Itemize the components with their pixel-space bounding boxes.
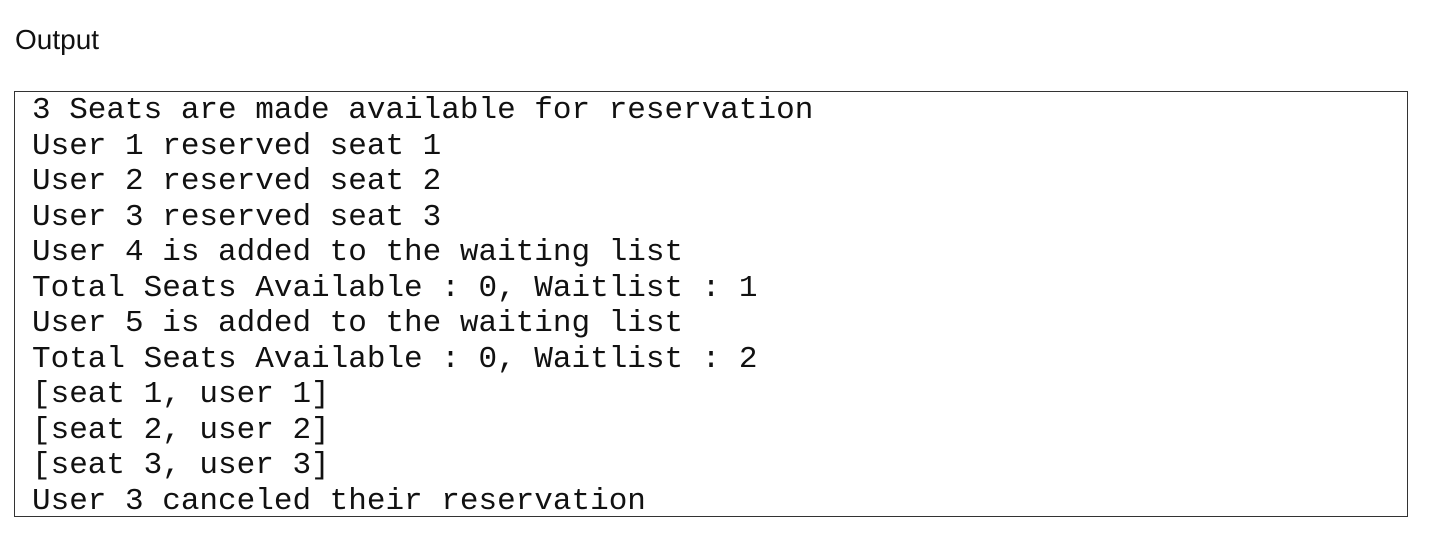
output-line: User 4 is added to the waiting list	[32, 235, 684, 270]
output-line: 3 Seats are made available for reservati…	[32, 93, 814, 128]
output-heading: Output	[15, 24, 100, 55]
output-console: 3 Seats are made available for reservati…	[14, 91, 1408, 519]
output-line: User 3 reserved seat 3	[32, 199, 442, 235]
output-line: User 2 reserved seat 2	[32, 164, 442, 199]
output-line: Total Seats Available : 0, Waitlist : 1	[32, 270, 758, 306]
output-line: User 5 is added to the waiting list	[32, 306, 684, 341]
output-line: [seat 1, user 1]	[32, 377, 330, 412]
output-line: [seat 2, user 2]	[32, 412, 330, 448]
output-line: [seat 3, user 3]	[32, 448, 330, 483]
output-line: Total Seats Available : 0, Waitlist : 2	[32, 341, 758, 377]
output-line: User 1 reserved seat 1	[32, 128, 442, 164]
output-line: User 3 canceled their reservation	[32, 483, 646, 519]
